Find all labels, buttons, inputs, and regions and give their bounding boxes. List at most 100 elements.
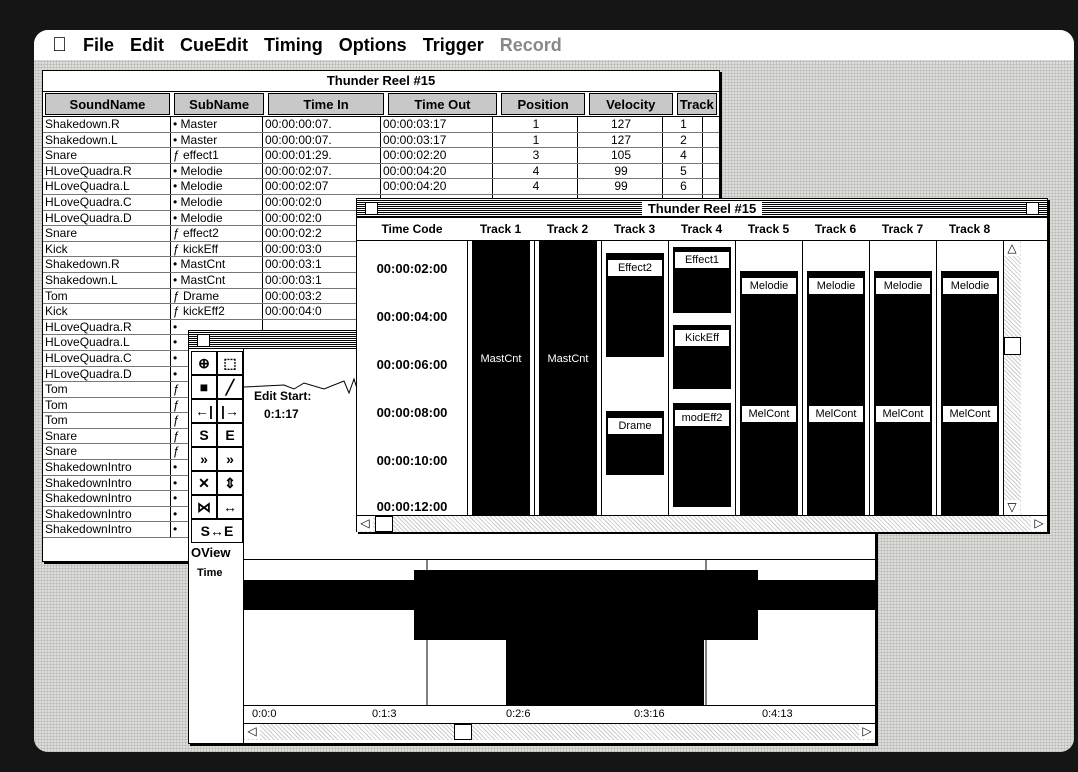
track-1-header[interactable]: Track 1 <box>467 218 534 240</box>
compress-icon[interactable]: ✕ <box>191 471 217 495</box>
track-view-window: Thunder Reel #15 Time Code Track 1 Track… <box>356 198 1048 532</box>
tool-palette: ⊕ ⬚ ■ ╱ ←| |→ S E » » ✕ ⇕ ⋈ ↔ S↔E OView … <box>189 349 244 743</box>
table-cell: ShakedownIntro <box>43 506 171 522</box>
track-6-lane[interactable]: Melodie MelCont <box>802 241 869 515</box>
track-3-lane[interactable]: Effect2 Drame <box>601 241 668 515</box>
track-8-lane[interactable]: Melodie MelCont <box>936 241 1003 515</box>
track-5-header[interactable]: Track 5 <box>735 218 802 240</box>
right-bound-icon[interactable]: |→ <box>217 399 243 423</box>
menu-options[interactable]: Options <box>339 35 407 56</box>
table-cell: 127 <box>578 117 663 132</box>
apple-logo-icon[interactable]:  <box>52 34 67 57</box>
scroll-right-arrow-icon[interactable]: ▷ <box>1031 516 1047 531</box>
overview-button[interactable]: OView <box>191 545 231 560</box>
table-cell: 4 <box>493 163 578 179</box>
table-cell: ƒ kickEff <box>171 241 263 257</box>
table-row[interactable]: Shakedown.L • Master 00:00:00:07. 00:00:03:… <box>43 132 719 149</box>
e-icon[interactable]: E <box>217 423 243 447</box>
table-cell: Snare <box>43 428 171 444</box>
editor-scroll-thumb[interactable] <box>454 724 472 740</box>
track-close-box[interactable] <box>365 202 378 215</box>
line-icon[interactable]: ╱ <box>217 375 243 399</box>
time-ruler: 0:0:0 0:1:3 0:2:6 0:3:16 0:4:13 <box>244 705 875 724</box>
main-waveform[interactable] <box>244 559 875 706</box>
table-cell: 2 <box>663 132 703 148</box>
track-3-header[interactable]: Track 3 <box>601 218 668 240</box>
table-cell: 5 <box>663 163 703 179</box>
column-subname[interactable]: SubName <box>173 93 265 115</box>
menu-cueedit[interactable]: CueEdit <box>180 35 248 56</box>
cue-column-headers: SoundName SubName Time In Time Out Posit… <box>43 92 719 117</box>
editor-close-box[interactable] <box>197 334 210 347</box>
fast-forward-icon[interactable]: » <box>191 447 217 471</box>
table-row[interactable]: HLoveQuadra.L • Melodie 00:00:02:07 00:00:0… <box>43 179 719 195</box>
table-cell: Tom <box>43 413 171 428</box>
track-vscroll-thumb[interactable] <box>1004 337 1021 355</box>
scroll-down-arrow-icon[interactable]: ▽ <box>1004 500 1020 515</box>
cue-label: MelCont <box>875 405 931 423</box>
cue-label: Effect2 <box>607 259 663 277</box>
start-end-icon[interactable]: S↔E <box>191 519 243 543</box>
table-row[interactable]: HLoveQuadra.R • Melodie 00:00:02:07. 00:00:… <box>43 163 719 180</box>
track-1-lane[interactable]: MastCnt <box>467 241 534 515</box>
column-track[interactable]: Track <box>676 93 717 115</box>
track-4-lane[interactable]: Effect1 KickEff modEff2 <box>668 241 735 515</box>
crosshair-icon[interactable]: ⊕ <box>191 351 217 375</box>
s-icon[interactable]: S <box>191 423 217 447</box>
menu-file[interactable]: File <box>83 35 114 56</box>
fill-icon[interactable]: ■ <box>191 375 217 399</box>
ruler-tick-3: 0:3:16 <box>634 708 665 720</box>
track-2-header[interactable]: Track 2 <box>534 218 601 240</box>
column-time-out[interactable]: Time Out <box>387 93 498 115</box>
ruler-tick-4: 0:4:13 <box>762 708 793 720</box>
menu-record[interactable]: Record <box>500 35 562 56</box>
timecode-label: 00:00:12:00 <box>376 499 448 514</box>
track-4-header[interactable]: Track 4 <box>668 218 735 240</box>
zoom-out-icon[interactable]: ↔ <box>217 495 243 519</box>
table-cell: Shakedown.R <box>43 257 171 272</box>
table-cell: HLoveQuadra.D <box>43 210 171 226</box>
column-position[interactable]: Position <box>501 93 585 115</box>
table-cell: ƒ effect1 <box>171 148 263 163</box>
scroll-up-arrow-icon[interactable]: △ <box>1004 241 1020 256</box>
editor-horizontal-scrollbar[interactable]: ◁ ▷ <box>244 723 875 740</box>
skip-icon[interactable]: » <box>217 447 243 471</box>
menu-trigger[interactable]: Trigger <box>423 35 484 56</box>
cue-block[interactable] <box>740 271 798 515</box>
cue-block[interactable] <box>874 271 932 515</box>
cue-block[interactable] <box>807 271 865 515</box>
table-row[interactable]: Shakedown.R • Master 00:00:00:07. 00:00:03:… <box>43 117 719 133</box>
track-5-lane[interactable]: Melodie MelCont <box>735 241 802 515</box>
left-bound-icon[interactable]: ←| <box>191 399 217 423</box>
cue-label: MastCnt <box>547 353 589 365</box>
track-6-header[interactable]: Track 6 <box>802 218 869 240</box>
track-2-lane[interactable]: MastCnt <box>534 241 601 515</box>
track-8-header[interactable]: Track 8 <box>936 218 1003 240</box>
scroll-left-arrow-icon[interactable]: ◁ <box>357 516 373 531</box>
track-horizontal-scrollbar[interactable]: ◁ ▷ <box>357 515 1047 532</box>
table-cell: 00:00:00:07. <box>263 132 381 148</box>
track-7-header[interactable]: Track 7 <box>869 218 936 240</box>
expand-icon[interactable]: ⇕ <box>217 471 243 495</box>
track-window-titlebar[interactable]: Thunder Reel #15 <box>357 199 1047 218</box>
track-7-lane[interactable]: Melodie MelCont <box>869 241 936 515</box>
zoom-in-icon[interactable]: ⋈ <box>191 495 217 519</box>
table-cell: 127 <box>578 132 663 148</box>
cue-block[interactable] <box>941 271 999 515</box>
track-vertical-scrollbar[interactable]: △ ▽ <box>1003 241 1021 515</box>
column-soundname[interactable]: SoundName <box>45 93 170 115</box>
track-zoom-box[interactable] <box>1026 202 1039 215</box>
cue-block[interactable] <box>472 241 530 515</box>
marquee-icon[interactable]: ⬚ <box>217 351 243 375</box>
scroll-left-arrow-icon[interactable]: ◁ <box>244 724 260 739</box>
column-velocity[interactable]: Velocity <box>588 93 673 115</box>
cue-block[interactable] <box>539 241 597 515</box>
menu-edit[interactable]: Edit <box>130 35 164 56</box>
cue-label: MelCont <box>942 405 998 423</box>
scroll-right-arrow-icon[interactable]: ▷ <box>859 724 875 739</box>
menu-timing[interactable]: Timing <box>264 35 323 56</box>
table-row[interactable]: Snare ƒ effect1 00:00:01:29. 00:00:02:20 3 10… <box>43 148 719 164</box>
time-button[interactable]: Time <box>197 567 222 579</box>
track-hscroll-thumb[interactable] <box>375 516 393 532</box>
column-time-in[interactable]: Time In <box>268 93 384 115</box>
